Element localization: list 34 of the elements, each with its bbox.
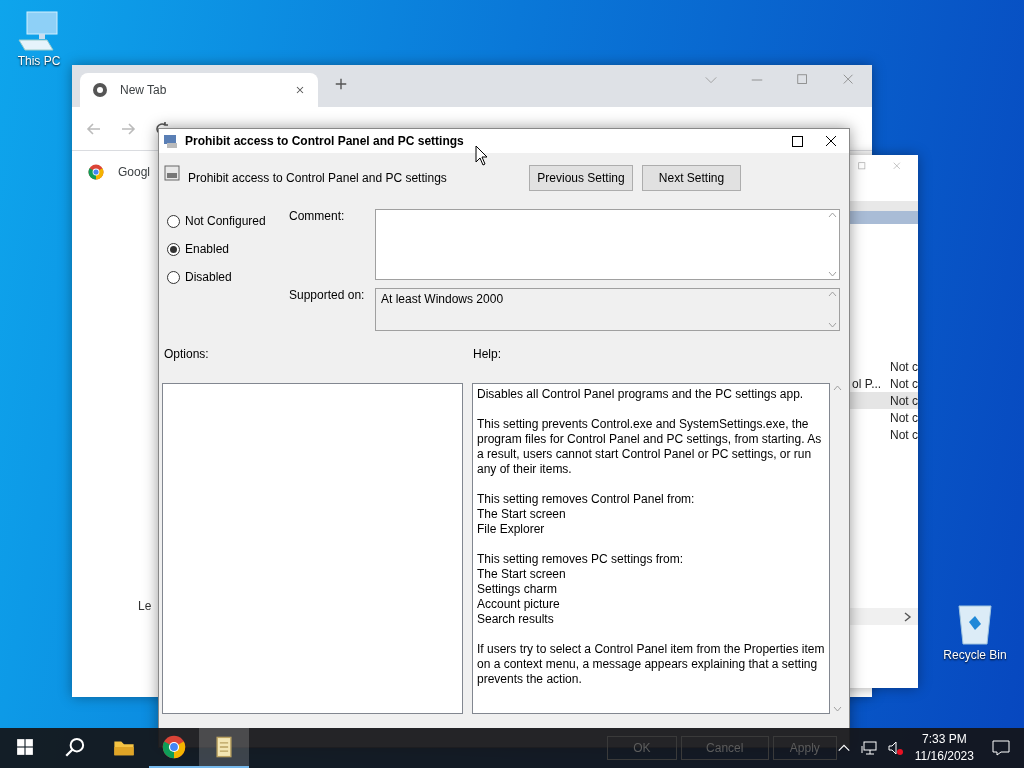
table-cell: Not c (890, 376, 918, 391)
clock-date[interactable]: 11/16/2023 (914, 748, 974, 765)
desktop-icon-label[interactable]: Recycle Bin (943, 648, 1007, 662)
setting-name: Prohibit access to Control Panel and PC settings (188, 171, 448, 185)
browser-tab[interactable]: New Tab (80, 73, 318, 107)
supported-text: At least Windows 2000 (380, 291, 505, 308)
help-text: Account picture (477, 597, 561, 612)
help-text: This setting removes PC settings from: (477, 552, 685, 567)
field-label: Comment: (289, 209, 346, 225)
radio-label[interactable]: Disabled (185, 270, 232, 284)
help-text: File Explorer (477, 522, 546, 537)
help-text: If users try to select a Control Panel item from the Properties item on a context menu, a message appears explaining that a setting prevents the action. (477, 642, 825, 687)
help-text: Settings charm (477, 582, 559, 597)
table-cell: Not c (890, 410, 918, 425)
radio-label[interactable]: Not Configured (185, 214, 266, 228)
table-cell: Not c (890, 393, 918, 408)
options-label: Options: (164, 347, 210, 363)
help-text: Search results (477, 612, 555, 627)
side-text: Le (138, 599, 152, 613)
help-text: The Start screen (477, 507, 567, 522)
tab-title: New Tab (120, 83, 168, 97)
window-title: Prohibit access to Control Panel and PC settings (185, 134, 465, 148)
table-cell: Not c (890, 359, 918, 374)
field-label: Supported on: (289, 288, 366, 302)
shortcut-label[interactable]: Googl (118, 165, 151, 179)
next-setting-button[interactable]: Next Setting (642, 165, 741, 191)
table-cell: Not c (890, 427, 918, 442)
table-cell-text: ol P... (851, 376, 883, 391)
help-text: The Start screen (477, 567, 567, 582)
help-label: Help: (473, 347, 501, 363)
help-text: This setting removes Control Panel from: (477, 492, 696, 507)
clock-time[interactable]: 7:33 PM (922, 731, 967, 748)
previous-setting-button[interactable]: Previous Setting (529, 165, 633, 191)
radio-label[interactable]: Enabled (185, 242, 230, 256)
